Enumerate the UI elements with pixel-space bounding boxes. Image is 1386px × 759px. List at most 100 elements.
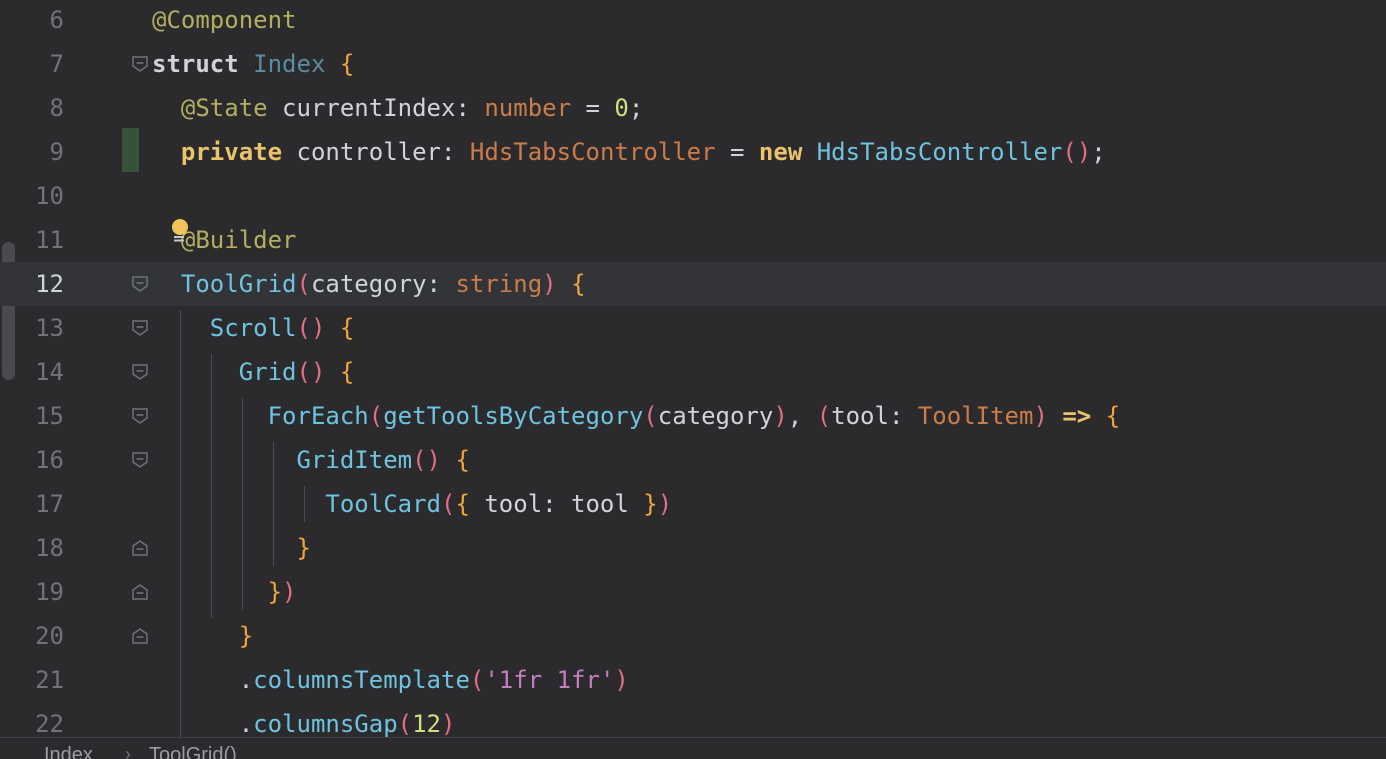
fold-open-icon[interactable] (131, 363, 149, 381)
code-token: = (571, 94, 615, 122)
code-line[interactable]: 10 (0, 174, 1386, 218)
line-number[interactable]: 16 (22, 438, 64, 482)
indent-guide (304, 486, 305, 522)
line-number[interactable]: 12 (22, 262, 64, 306)
line-number[interactable]: 18 (22, 526, 64, 570)
fold-close-icon[interactable] (131, 539, 149, 557)
breadcrumb-item-index[interactable]: Index (44, 744, 93, 759)
code-line[interactable]: 8 @State currentIndex: number = 0; (0, 86, 1386, 130)
code-line[interactable]: 21 .columnsTemplate('1fr 1fr') (0, 658, 1386, 702)
line-number[interactable]: 17 (22, 482, 64, 526)
code-editor[interactable]: 6 @Component 7 struct Index {8 @State curre… (0, 0, 1386, 737)
code-line[interactable]: 17 ToolCard({ tool: tool }) (0, 482, 1386, 526)
code-token: : (441, 138, 470, 166)
code-token: category (310, 270, 427, 298)
code-text: ToolGrid(category: string) { (152, 262, 586, 306)
code-token: : (426, 270, 456, 298)
code-line[interactable]: 13 Scroll() { (0, 306, 1386, 350)
code-line[interactable]: 11 @Builder (0, 218, 1386, 262)
line-number[interactable]: 22 (22, 702, 64, 737)
line-number[interactable]: 8 (22, 86, 64, 130)
code-token: ) (657, 490, 673, 518)
code-line[interactable]: 14 Grid() { (0, 350, 1386, 394)
code-token: ToolCard (325, 490, 441, 518)
code-text: ToolCard({ tool: tool }) (152, 482, 672, 526)
code-token: ( (397, 710, 413, 737)
code-token: { (339, 50, 355, 78)
line-number[interactable]: 21 (22, 658, 64, 702)
code-token: } (238, 622, 254, 650)
line-number[interactable]: 14 (22, 350, 64, 394)
code-text: Grid() { (152, 350, 355, 394)
code-token: . (152, 710, 254, 737)
code-token: Scroll (209, 314, 297, 342)
code-token: } (267, 578, 283, 606)
code-token: Index (253, 50, 326, 78)
code-text: @State currentIndex: number = 0; (152, 86, 643, 130)
code-line[interactable]: 22 .columnsGap(12) (0, 702, 1386, 737)
line-number[interactable]: 9 (22, 130, 64, 174)
fold-close-icon[interactable] (131, 583, 149, 601)
fold-open-icon[interactable] (131, 275, 149, 293)
code-token: ( (296, 270, 311, 298)
code-token: ( (368, 402, 384, 430)
code-line[interactable]: 12 ToolGrid(category: string) { (0, 262, 1386, 306)
code-token: columnsGap (253, 710, 398, 737)
code-line[interactable]: 15 ForEach(getToolsByCategory(category),… (0, 394, 1386, 438)
code-line[interactable]: 19 }) (0, 570, 1386, 614)
code-token: getToolsByCategory (383, 402, 644, 430)
code-token: @Component (152, 6, 297, 34)
code-token: struct (152, 50, 254, 78)
code-token: number (484, 94, 572, 122)
code-token: () (296, 314, 326, 342)
code-token: ForEach (267, 402, 369, 430)
lightbulb-icon[interactable] (168, 218, 192, 244)
code-line[interactable]: 16 GridItem() { (0, 438, 1386, 482)
fold-close-icon[interactable] (131, 627, 149, 645)
line-number[interactable]: 10 (22, 174, 64, 218)
code-token: : (455, 94, 485, 122)
fold-open-icon[interactable] (131, 319, 149, 337)
code-token: category (657, 402, 774, 430)
code-token: { (455, 490, 470, 518)
fold-open-icon[interactable] (131, 55, 149, 73)
fold-open-icon[interactable] (131, 451, 149, 469)
code-token: . (152, 666, 254, 694)
indent-guide (242, 398, 243, 610)
code-line[interactable]: 9 private controller: HdsTabsController … (0, 130, 1386, 174)
code-token: ) (614, 666, 629, 694)
code-token: ) (773, 402, 788, 430)
code-line[interactable]: 18 } (0, 526, 1386, 570)
code-token: ) (282, 578, 297, 606)
code-token: string (455, 270, 543, 298)
code-line[interactable]: 6 @Component (0, 0, 1386, 42)
code-token: '1fr 1fr' (484, 666, 615, 694)
code-token: } (643, 490, 658, 518)
fold-open-icon[interactable] (131, 407, 149, 425)
line-number[interactable]: 19 (22, 570, 64, 614)
code-token: 0 (614, 94, 629, 122)
code-line[interactable]: 20 } (0, 614, 1386, 658)
code-token: , (787, 402, 817, 430)
code-token: : (888, 402, 918, 430)
line-number[interactable]: 20 (22, 614, 64, 658)
line-number[interactable]: 7 (22, 42, 64, 86)
code-token: ToolGrid (180, 270, 297, 298)
code-text: @Component (152, 0, 297, 42)
line-number[interactable]: 11 (22, 218, 64, 262)
line-number[interactable]: 13 (22, 306, 64, 350)
line-number[interactable]: 15 (22, 394, 64, 438)
code-token: ToolItem (917, 402, 1034, 430)
code-token: currentIndex (267, 94, 456, 122)
breadcrumb-item-toolgrid[interactable]: ToolGrid() (149, 744, 237, 759)
line-number[interactable]: 6 (22, 0, 64, 42)
code-token: private (180, 138, 283, 166)
code-line[interactable]: 7 struct Index { (0, 42, 1386, 86)
code-token: ( (816, 402, 832, 430)
